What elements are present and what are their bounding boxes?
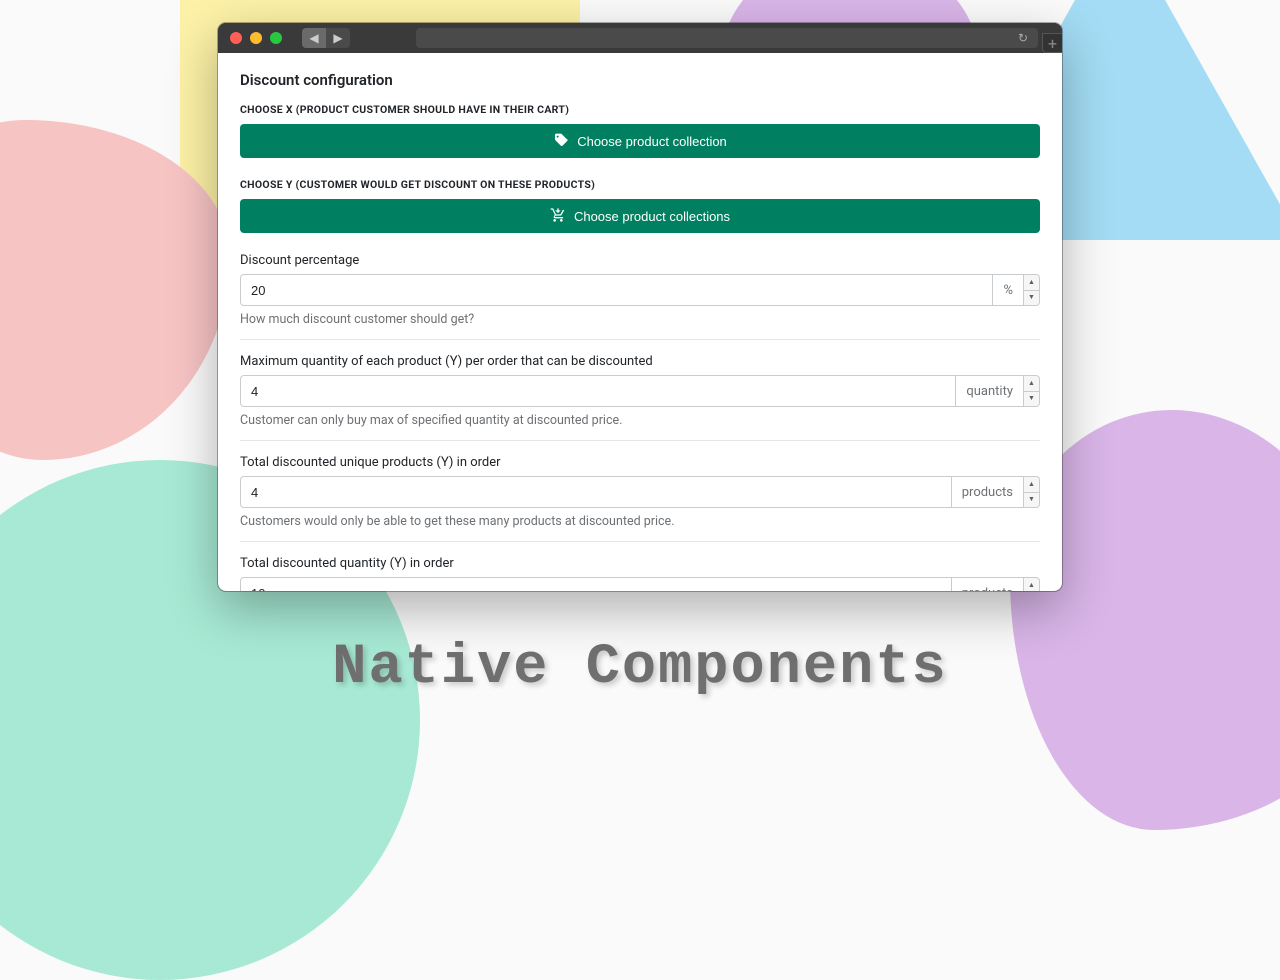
discount-percentage-suffix: % xyxy=(993,274,1024,306)
total-qty-stepper: ▲ ▼ xyxy=(1024,577,1040,591)
max-qty-each-suffix: quantity xyxy=(956,375,1024,407)
choose-x-label: CHOOSE X (PRODUCT CUSTOMER SHOULD HAVE I… xyxy=(240,103,1040,116)
discount-percentage-input[interactable] xyxy=(240,274,993,306)
forward-button[interactable]: ▶ xyxy=(326,28,350,48)
page-content: Discount configuration CHOOSE X (PRODUCT… xyxy=(218,53,1062,591)
url-bar[interactable]: ↻ xyxy=(416,28,1038,48)
stepper-up[interactable]: ▲ xyxy=(1024,376,1039,392)
new-tab-button[interactable]: + xyxy=(1042,33,1062,53)
total-unique-stepper: ▲ ▼ xyxy=(1024,476,1040,508)
choose-y-label: CHOOSE Y (CUSTOMER WOULD GET DISCOUNT ON… xyxy=(240,178,1040,191)
total-unique-label: Total discounted unique products (Y) in … xyxy=(240,455,1040,470)
maximize-window-button[interactable] xyxy=(270,32,282,44)
max-qty-each-input[interactable] xyxy=(240,375,956,407)
reload-icon[interactable]: ↻ xyxy=(1018,31,1028,45)
minimize-window-button[interactable] xyxy=(250,32,262,44)
discount-percentage-label: Discount percentage xyxy=(240,253,1040,268)
choose-y-button-label: Choose product collections xyxy=(574,209,730,224)
tag-icon xyxy=(553,132,569,151)
total-qty-label: Total discounted quantity (Y) in order xyxy=(240,556,1040,571)
back-button[interactable]: ◀ xyxy=(302,28,326,48)
stepper-up[interactable]: ▲ xyxy=(1024,578,1039,591)
total-qty-suffix: products xyxy=(952,577,1024,591)
max-qty-each-help: Customer can only buy max of specified q… xyxy=(240,413,1040,428)
total-unique-help: Customers would only be able to get thes… xyxy=(240,514,1040,529)
total-unique-block: Total discounted unique products (Y) in … xyxy=(240,440,1040,541)
stepper-up[interactable]: ▲ xyxy=(1024,477,1039,493)
stepper-down[interactable]: ▼ xyxy=(1024,291,1039,306)
total-qty-input[interactable] xyxy=(240,577,952,591)
stepper-down[interactable]: ▼ xyxy=(1024,493,1039,508)
max-qty-each-label: Maximum quantity of each product (Y) per… xyxy=(240,354,1040,369)
browser-window: ◀ ▶ ↻ + Discount configuration CHOOSE X … xyxy=(218,23,1062,591)
window-controls xyxy=(230,32,282,44)
total-qty-block: Total discounted quantity (Y) in order p… xyxy=(240,541,1040,591)
discount-percentage-stepper: ▲ ▼ xyxy=(1024,274,1040,306)
choose-y-button[interactable]: Choose product collections xyxy=(240,199,1040,233)
choose-x-button-label: Choose product collection xyxy=(577,134,727,149)
close-window-button[interactable] xyxy=(230,32,242,44)
max-qty-each-block: Maximum quantity of each product (Y) per… xyxy=(240,339,1040,440)
discount-percentage-help: How much discount customer should get? xyxy=(240,312,1040,327)
stepper-down[interactable]: ▼ xyxy=(1024,392,1039,407)
nav-buttons: ◀ ▶ xyxy=(302,28,350,48)
discount-percentage-block: Discount percentage % ▲ ▼ How much disco… xyxy=(240,253,1040,339)
browser-titlebar: ◀ ▶ ↻ + xyxy=(218,23,1062,53)
max-qty-each-stepper: ▲ ▼ xyxy=(1024,375,1040,407)
total-unique-input[interactable] xyxy=(240,476,952,508)
stepper-up[interactable]: ▲ xyxy=(1024,275,1039,291)
marketing-caption: Native Components xyxy=(0,636,1280,700)
total-unique-suffix: products xyxy=(952,476,1024,508)
cart-icon xyxy=(550,207,566,226)
page-title: Discount configuration xyxy=(240,71,1040,89)
choose-x-button[interactable]: Choose product collection xyxy=(240,124,1040,158)
